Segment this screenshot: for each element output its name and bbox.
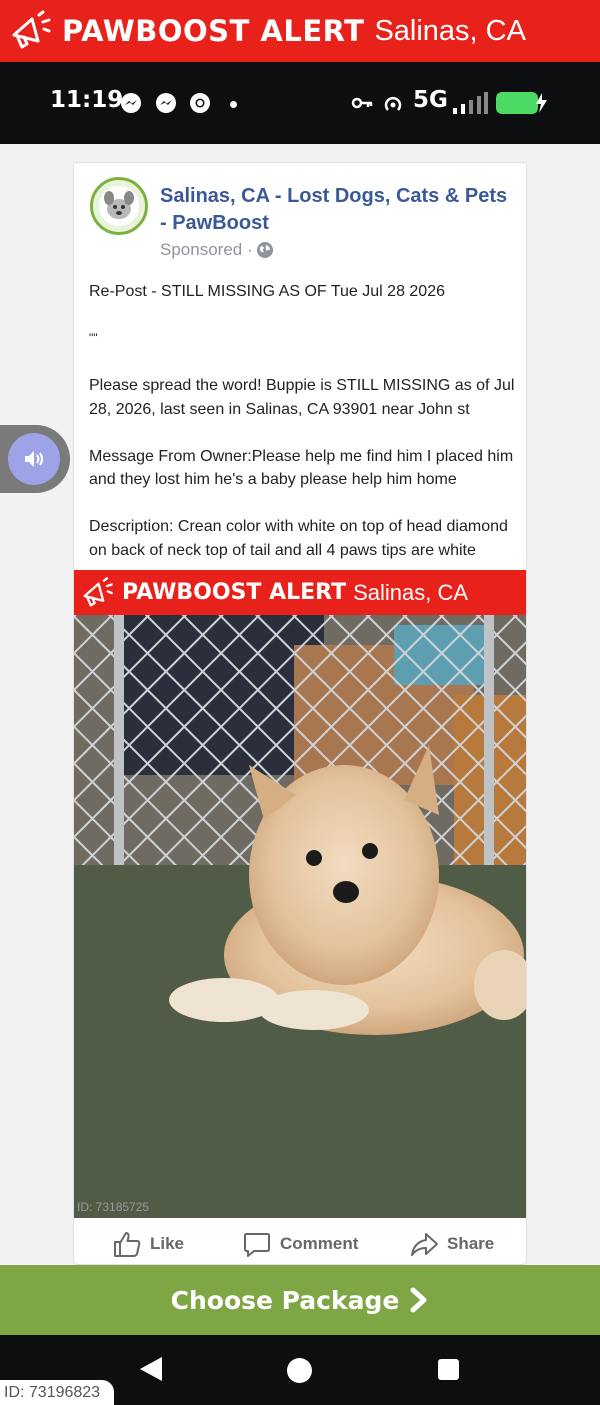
choose-package-button[interactable]: Choose Package [0, 1265, 600, 1335]
post-body: Re-Post - STILL MISSING AS OF Tue Jul 28… [89, 280, 519, 562]
megaphone-icon [12, 10, 51, 49]
sponsored-text: Sponsored · [160, 240, 253, 259]
key-icon [351, 97, 373, 109]
like-button[interactable]: Like [112, 1229, 184, 1259]
speaker-icon [25, 451, 43, 467]
messenger-icon [156, 93, 176, 113]
network-type: 5G [413, 87, 448, 113]
hotspot-icon [384, 96, 402, 111]
alert-location: Salinas, CA [374, 14, 526, 47]
alert-banner: PAWBOOST ALERT Salinas, CA [0, 0, 600, 62]
screenshot-id-label: ID: 73196823 [0, 1380, 114, 1405]
repost-line: Re-Post - STILL MISSING AS OF Tue Jul 28… [89, 283, 445, 300]
battery-charging-icon [496, 92, 547, 114]
megaphone-icon [83, 576, 113, 607]
share-icon [411, 1232, 438, 1256]
signal-icon [453, 92, 488, 114]
pet-description: Description: Crean color with white on t… [89, 518, 508, 559]
messenger-icon [121, 93, 141, 113]
spread-word-text: Please spread the word! Buppie is STILL … [89, 377, 515, 418]
image-alert-brand: PAWBOOST ALERT [122, 580, 347, 605]
share-button[interactable]: Share [409, 1229, 494, 1259]
owner-message: Message From Owner:Please help me find h… [89, 447, 514, 489]
comment-label: Comment [280, 1233, 359, 1253]
recents-icon[interactable] [438, 1359, 459, 1380]
page-name-link[interactable]: Salinas, CA - Lost Dogs, Cats & Pets - P… [160, 183, 510, 237]
clock: 11:19 [50, 87, 124, 113]
like-label: Like [150, 1233, 185, 1253]
home-icon[interactable] [287, 1358, 312, 1383]
chrome-icon [190, 93, 210, 113]
notification-dot [230, 101, 237, 108]
image-alert-location: Salinas, CA [353, 579, 469, 605]
choose-package-label: Choose Package [170, 1285, 400, 1315]
floating-sound-button[interactable] [0, 425, 70, 493]
chevron-right-icon [410, 1287, 427, 1313]
page-avatar[interactable] [90, 177, 148, 235]
lost-pet-photo[interactable] [74, 615, 526, 1218]
quote-line: "" [89, 331, 98, 345]
sponsored-label: Sponsored · [160, 240, 274, 260]
status-bar: 11:19 5G [0, 62, 600, 144]
comment-button[interactable]: Comment [242, 1229, 358, 1259]
comment-icon [244, 1232, 270, 1257]
back-icon[interactable] [138, 1355, 164, 1383]
alert-brand: PAWBOOST ALERT [62, 14, 365, 48]
globe-icon [256, 242, 273, 258]
image-id-label: ID: 73185725 [77, 1200, 150, 1214]
facebook-post-card: Salinas, CA - Lost Dogs, Cats & Pets - P… [73, 162, 527, 1265]
thumbs-up-icon [114, 1231, 141, 1257]
pawboost-logo-icon [99, 186, 139, 226]
post-actions: Like Comment Share [74, 1221, 526, 1264]
image-alert-banner: PAWBOOST ALERT Salinas, CA [74, 570, 526, 615]
share-label: Share [447, 1233, 495, 1253]
